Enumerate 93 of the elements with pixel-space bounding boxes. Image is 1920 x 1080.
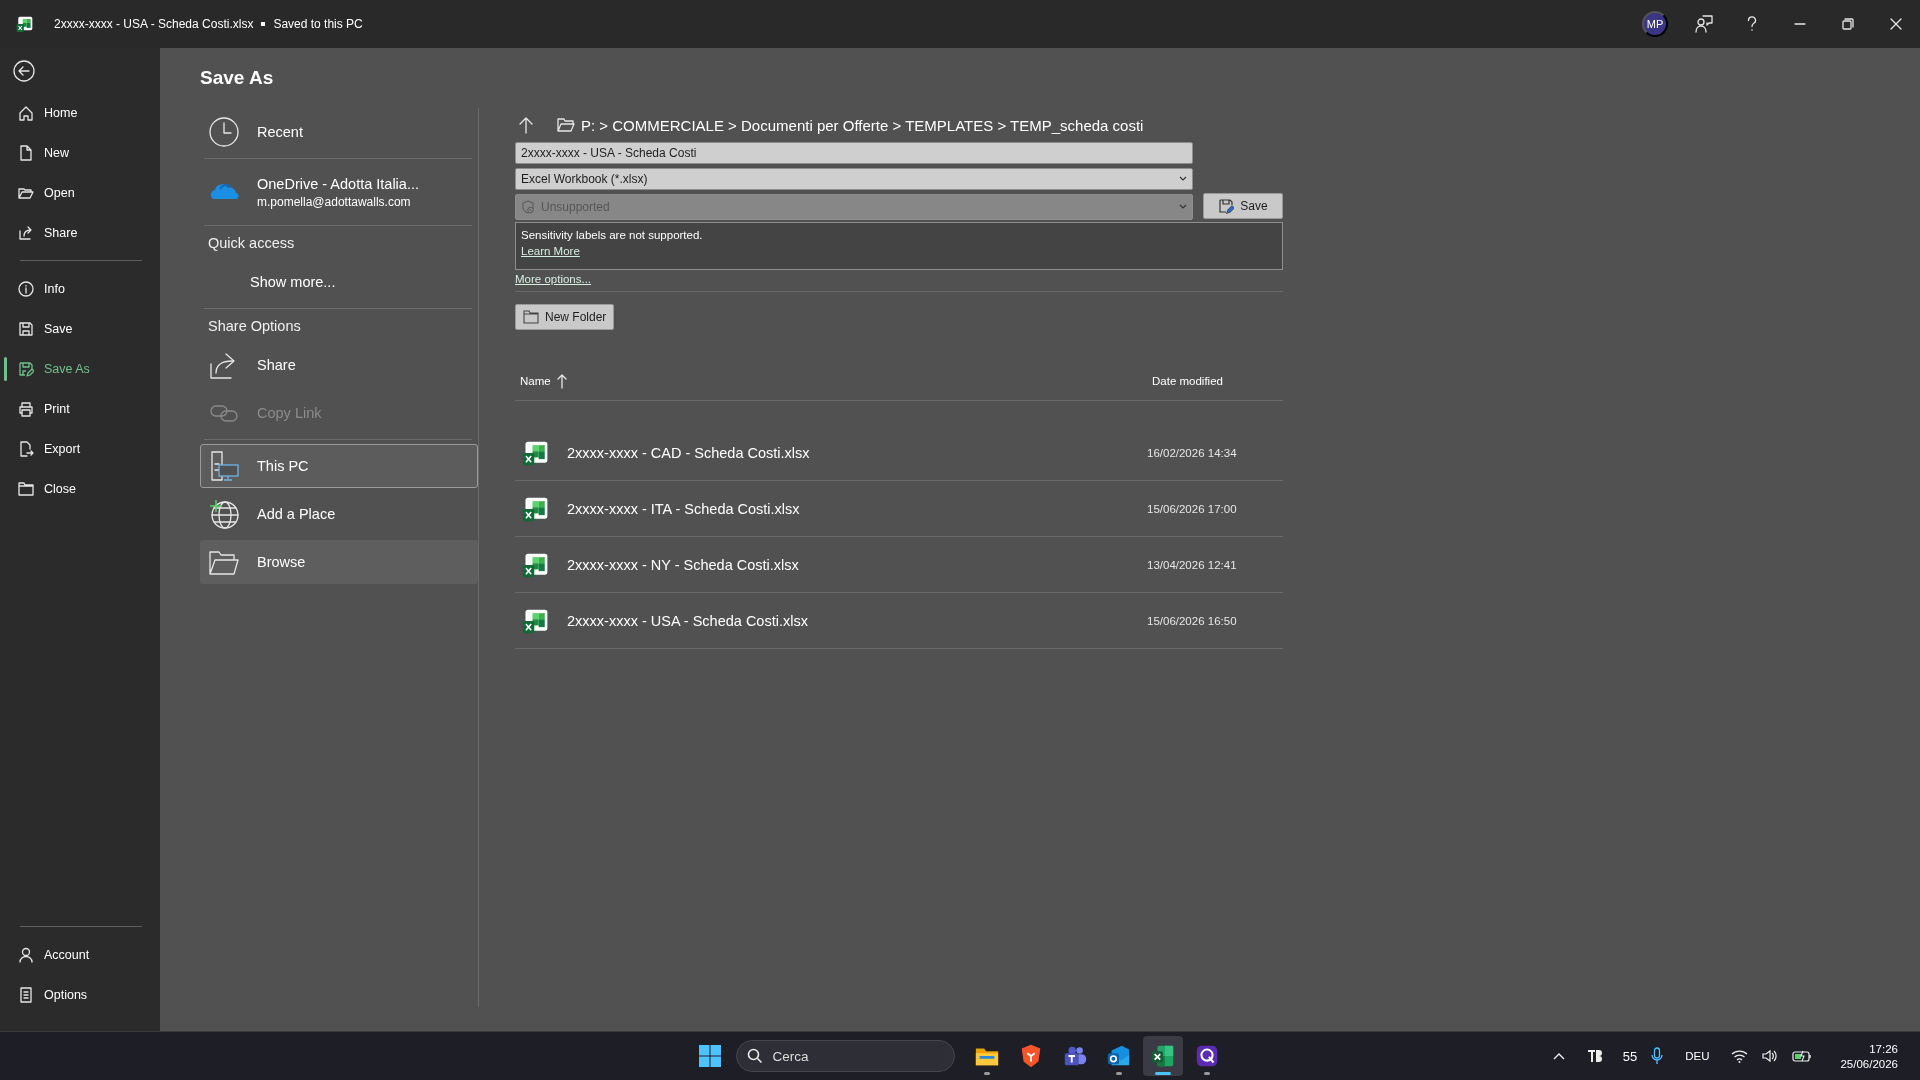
chevron-down-icon [1179, 204, 1187, 210]
printer-icon [18, 401, 34, 417]
file-name: 2xxxx-xxxx - NY - Scheda Costi.xlsx [567, 556, 799, 573]
save-status: Saved to this PC [273, 17, 363, 31]
speaker-icon [1762, 1049, 1779, 1063]
place-item[interactable]: Recent [200, 110, 478, 154]
sort-up-arrow-icon [556, 373, 567, 389]
notice-text: Sensitivity labels are not supported. [521, 229, 703, 241]
nav-item[interactable]: Print [0, 389, 160, 429]
more-options-link[interactable]: More options... [515, 273, 592, 285]
file-name-field[interactable]: 2xxxx-xxxx - USA - Scheda Costi [515, 142, 1193, 164]
temperature-reading: 55 [1622, 1048, 1638, 1064]
wifi-icon [1731, 1049, 1749, 1063]
column-header[interactable]: Name [520, 373, 567, 389]
nav-item[interactable]: Share [0, 213, 160, 253]
date-modified: 13/04/2026 12:41 [1147, 558, 1237, 571]
shield-blocked-icon [521, 200, 535, 214]
learn-more-link[interactable]: Learn More [521, 245, 580, 257]
file-row[interactable]: 2xxxx-xxxx - USA - Scheda Costi.xlsx 15/06/2026 16:50 [515, 593, 1283, 649]
date-modified: 16/02/2026 14:34 [1147, 446, 1237, 459]
microphone-icon [1651, 1047, 1664, 1065]
question-icon [1746, 16, 1758, 32]
window-title: 2xxxx-xxxx - USA - Scheda Costi.xlsx [54, 17, 254, 31]
file-name: 2xxxx-xxxx - CAD - Scheda Costi.xlsx [567, 444, 810, 461]
document-list-icon [18, 987, 34, 1003]
date-modified: 15/06/2026 16:50 [1147, 614, 1237, 627]
file-row[interactable]: 2xxxx-xxxx - NY - Scheda Costi.xlsx 13/04/2026 12:41 [515, 537, 1283, 593]
nav-item[interactable]: Options [0, 975, 160, 1015]
share-icon [18, 225, 34, 241]
file-type-dropdown[interactable]: Excel Workbook (*.xlsx) [515, 168, 1193, 190]
spreadsheet-app-icon [16, 15, 34, 33]
nav-item[interactable]: Save [0, 309, 160, 349]
file-name: 2xxxx-xxxx - USA - Scheda Costi.xlsx [567, 612, 808, 629]
date-modified: 15/06/2026 17:00 [1147, 502, 1237, 515]
nav-item[interactable]: Account [0, 935, 160, 975]
nav-item[interactable]: Export [0, 429, 160, 469]
globe-icon [208, 498, 240, 530]
nav-item[interactable]: Home [0, 93, 160, 133]
place-item[interactable]: Browse [200, 540, 478, 584]
account-email: m.pomella@adottawalls.com [257, 194, 412, 209]
save-pencil-icon [1218, 198, 1235, 214]
place-item[interactable]: Share [200, 343, 478, 387]
search-field[interactable]: Cerca [735, 1040, 955, 1072]
section-heading: Quick access [207, 234, 296, 253]
place-item[interactable]: Add a Place [200, 492, 478, 536]
page-title: Save As [200, 66, 274, 90]
file-row[interactable]: 2xxxx-xxxx - ITA - Scheda Costi.xlsx 15/06/2026 17:00 [515, 481, 1283, 537]
spreadsheet-icon [1149, 1043, 1176, 1069]
nav-item[interactable]: New [0, 133, 160, 173]
clock-icon [208, 116, 240, 148]
folder-icon [557, 117, 575, 133]
chevron-down-icon [1179, 176, 1187, 182]
nav-item[interactable]: Save As [0, 349, 160, 389]
restore-icon [1842, 18, 1854, 30]
app-logo-icon [1586, 1048, 1603, 1064]
document-icon [18, 145, 34, 161]
close-icon [1890, 18, 1902, 30]
place-item[interactable]: This PC [200, 444, 478, 488]
folder-path[interactable]: P: > COMMERCIALE > Documenti per Offerte > TEMPLATES > TEMP_scheda costi [581, 116, 1144, 134]
clock-date[interactable]: 25/06/2026 [1840, 1057, 1898, 1070]
save-button[interactable]: Save [1203, 193, 1283, 219]
back-button[interactable] [13, 59, 35, 82]
start-icon [698, 1045, 721, 1067]
person-comment-icon [1695, 15, 1713, 33]
input-language[interactable]: DEU [1685, 1050, 1710, 1062]
place-name: OneDrive - Adotta Italia... [257, 175, 419, 192]
new-folder-button[interactable]: New Folder [515, 304, 615, 330]
save-pencil-icon [18, 361, 34, 377]
info-icon [18, 281, 34, 297]
up-arrow-icon [519, 116, 533, 134]
person-icon [18, 947, 34, 963]
battery-charging-icon [1792, 1050, 1813, 1062]
folder-icon [523, 310, 539, 324]
chevron-up-icon [1552, 1052, 1565, 1060]
folder-icon [18, 481, 34, 497]
clock-time[interactable]: 17:26 [1869, 1042, 1898, 1055]
taskbar-app-button[interactable] [1142, 1036, 1183, 1076]
export-icon [18, 441, 34, 457]
account-avatar[interactable]: MP [1642, 11, 1668, 37]
place-item[interactable]: OneDrive - Adotta Italia... m.pomella@adottawalls.com [200, 163, 478, 221]
section-heading: Share Options [207, 317, 302, 336]
nav-item[interactable]: Info [0, 269, 160, 309]
folder-icon [18, 185, 34, 201]
file-row[interactable]: 2xxxx-xxxx - CAD - Scheda Costi.xlsx 16/02/2026 14:34 [515, 425, 1283, 481]
nav-item[interactable]: Close [0, 469, 160, 509]
file-name: 2xxxx-xxxx - ITA - Scheda Costi.xlsx [567, 500, 800, 517]
computer-icon [208, 450, 240, 482]
column-header[interactable]: Date modified [1152, 375, 1223, 387]
show-more-link[interactable]: Show more... [200, 260, 478, 304]
search-icon [746, 1048, 763, 1064]
save-icon [18, 321, 34, 337]
nav-item[interactable]: Open [0, 173, 160, 213]
home-icon [18, 105, 34, 121]
